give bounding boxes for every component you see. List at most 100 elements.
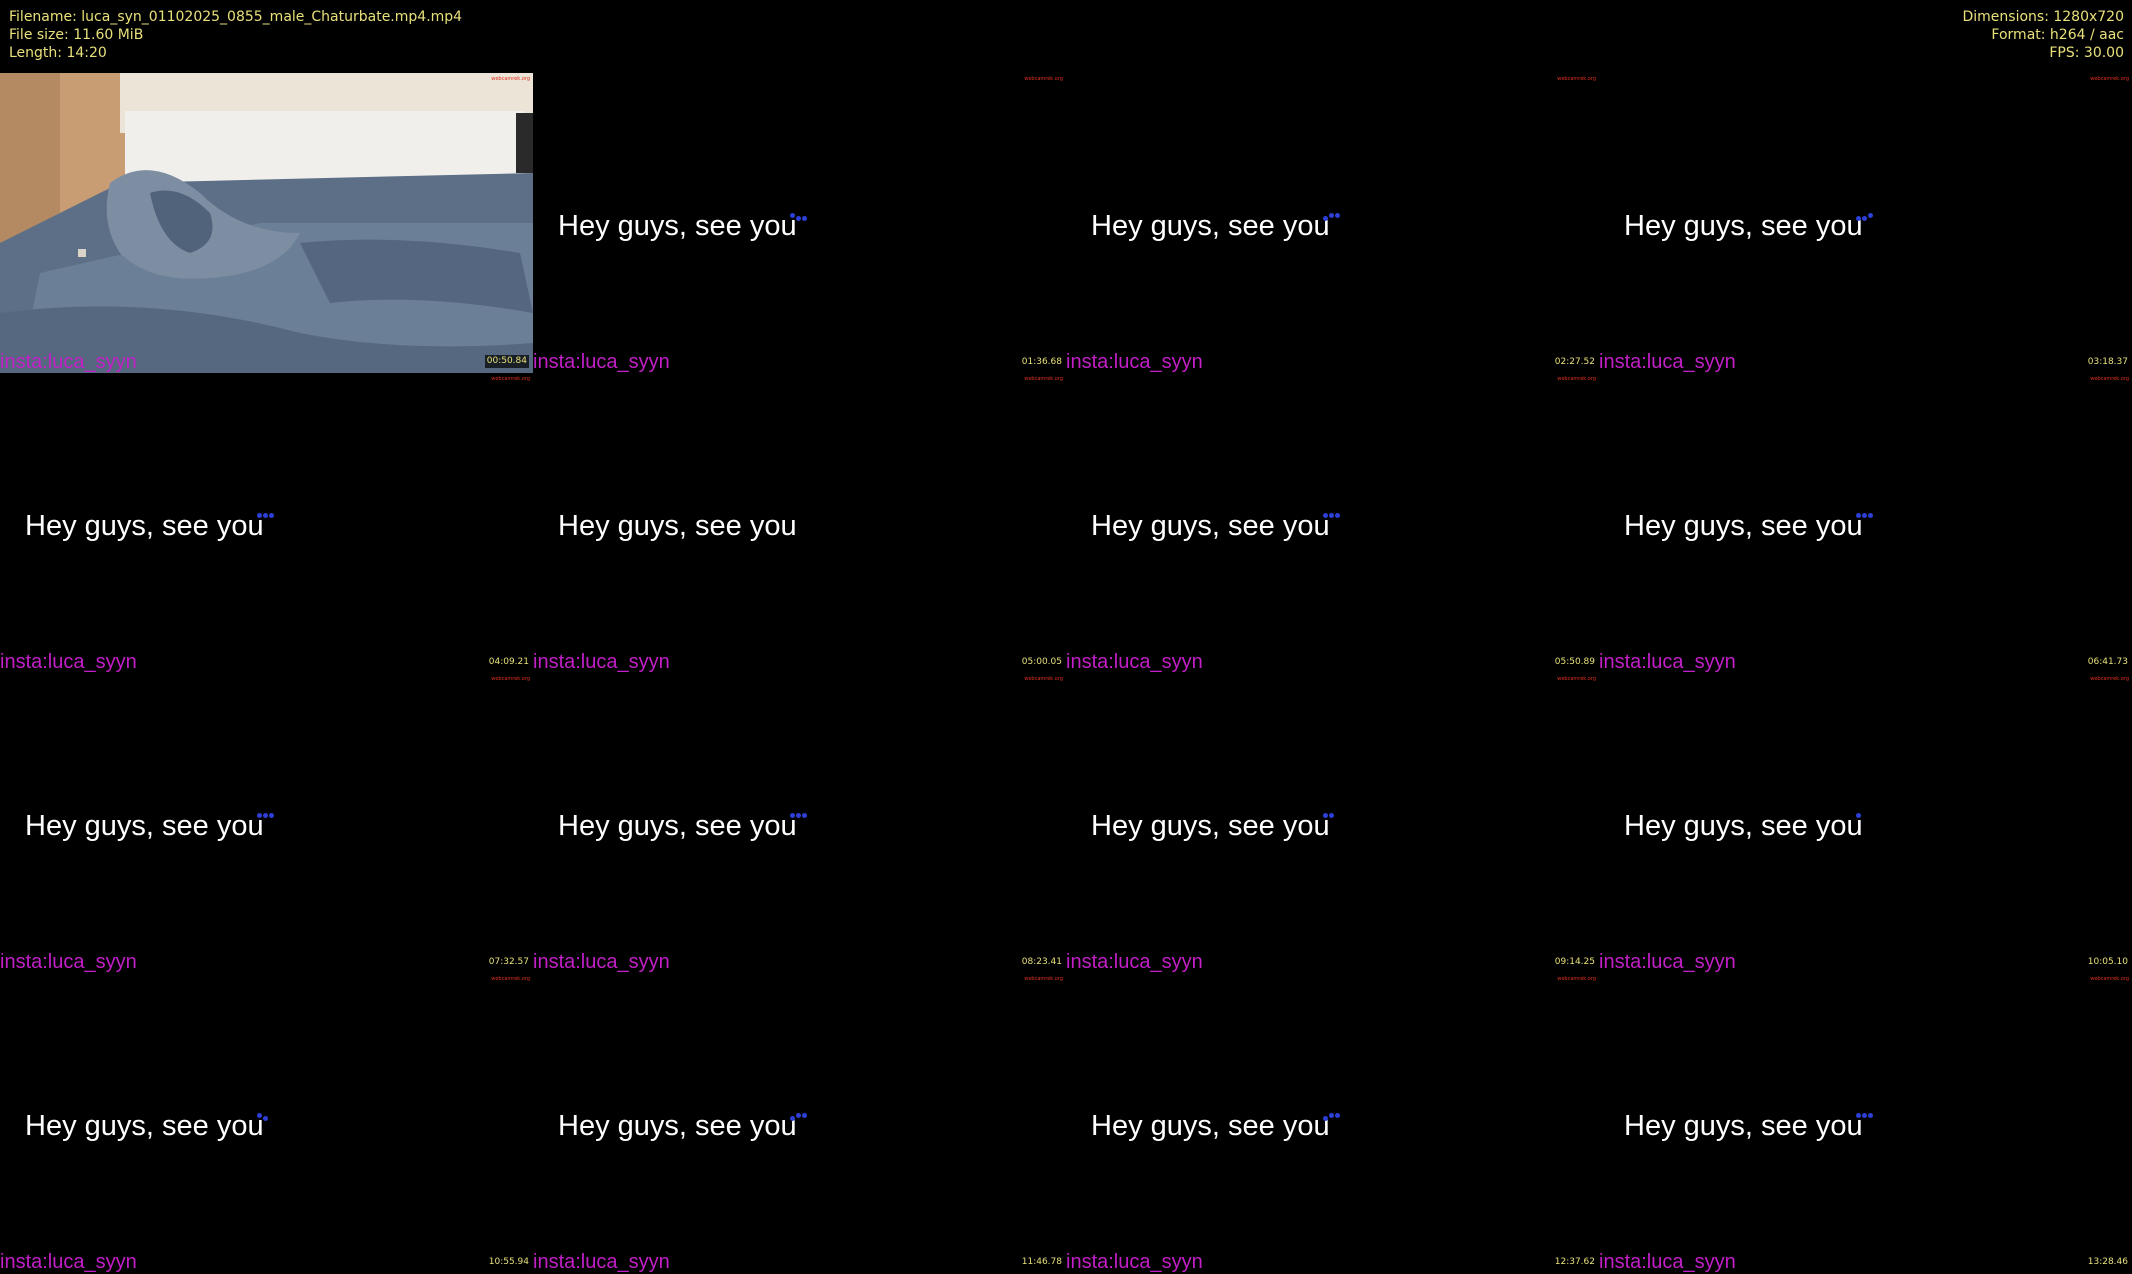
video-thumbnail[interactable]: Hey guys, see you webcamrek.org insta:luca… xyxy=(1599,73,2132,373)
social-handle: insta:luca_syyn xyxy=(1066,651,1203,673)
frame-timestamp: 13:28.46 xyxy=(2087,1257,2128,1267)
watermark: webcamrek.org xyxy=(491,676,530,682)
social-handle: insta:luca_syyn xyxy=(1599,951,1736,973)
video-thumbnail[interactable]: Hey guys, see you webcamrek.org insta:luca… xyxy=(0,373,533,673)
frame-timestamp: 05:00.05 xyxy=(1021,657,1062,667)
video-thumbnail[interactable]: Hey guys, see you webcamrek.org insta:luca… xyxy=(533,973,1066,1273)
social-handle: insta:luca_syyn xyxy=(533,351,670,373)
frame-timestamp: 05:50.89 xyxy=(1554,657,1595,667)
video-thumbnail[interactable]: Hey guys, see you webcamrek.org insta:luca… xyxy=(1599,373,2132,673)
social-handle: insta:luca_syyn xyxy=(533,951,670,973)
video-thumbnail[interactable]: Hey guys, see you webcamrek.org insta:luca… xyxy=(533,673,1066,973)
length-text: Length: 14:20 xyxy=(9,45,107,61)
video-info: Dimensions: 1280x720 Format: h264 / aac … xyxy=(1962,8,2124,62)
frame-timestamp: 06:41.73 xyxy=(2087,657,2128,667)
loading-dots-icon xyxy=(257,1113,283,1123)
social-handle: insta:luca_syyn xyxy=(0,951,137,973)
subtitle-caption: Hey guys, see you xyxy=(1091,510,1330,542)
file-info: Filename: luca_syn_01102025_0855_male_Ch… xyxy=(9,8,462,62)
loading-dots-icon xyxy=(790,813,816,823)
subtitle-caption: Hey guys, see you xyxy=(25,810,264,842)
social-handle: insta:luca_syyn xyxy=(533,651,670,673)
subtitle-caption: Hey guys, see you xyxy=(25,1110,264,1142)
social-handle: insta:luca_syyn xyxy=(1066,1251,1203,1273)
social-handle: insta:luca_syyn xyxy=(533,1251,670,1273)
watermark: webcamrek.org xyxy=(2090,376,2129,382)
video-thumbnail[interactable]: Hey guys, see you webcamrek.org insta:luca… xyxy=(1066,973,1599,1273)
video-thumbnail[interactable]: Hey guys, see you webcamrek.org insta:luca… xyxy=(1599,673,2132,973)
subtitle-caption: Hey guys, see you xyxy=(1091,810,1330,842)
social-handle: insta:luca_syyn xyxy=(1599,651,1736,673)
frame-timestamp: 01:36.68 xyxy=(1021,357,1062,367)
thumbnail-grid: webcamrek.org insta:luca_syyn 00:50.84 Hey … xyxy=(0,73,2132,1273)
social-handle: insta:luca_syyn xyxy=(0,651,137,673)
subtitle-caption: Hey guys, see you xyxy=(558,810,797,842)
loading-dots-icon xyxy=(257,513,283,523)
watermark: webcamrek.org xyxy=(491,376,530,382)
frame-timestamp: 08:23.41 xyxy=(1021,957,1062,967)
social-handle: insta:luca_syyn xyxy=(0,1251,137,1273)
watermark: webcamrek.org xyxy=(1557,676,1596,682)
frame-timestamp: 10:55.94 xyxy=(488,1257,529,1267)
social-handle: insta:luca_syyn xyxy=(1599,1251,1736,1273)
subtitle-caption: Hey guys, see you xyxy=(1624,510,1863,542)
social-handle: insta:luca_syyn xyxy=(1066,351,1203,373)
loading-dots-icon xyxy=(257,813,283,823)
subtitle-caption: Hey guys, see you xyxy=(558,210,797,242)
loading-dots-icon xyxy=(1323,813,1349,823)
loading-dots-icon xyxy=(1856,213,1882,223)
loading-dots-icon xyxy=(1856,513,1882,523)
video-thumbnail[interactable]: webcamrek.org insta:luca_syyn 00:50.84 xyxy=(0,73,533,373)
watermark: webcamrek.org xyxy=(1557,76,1596,82)
video-thumbnail[interactable]: Hey guys, see you webcamrek.org insta:luca… xyxy=(0,973,533,1273)
watermark: webcamrek.org xyxy=(1024,376,1063,382)
video-thumbnail[interactable]: Hey guys, see you webcamrek.org insta:luca… xyxy=(533,373,1066,673)
frame-timestamp: 07:32.57 xyxy=(488,957,529,967)
filename-text: Filename: luca_syn_01102025_0855_male_Ch… xyxy=(9,9,463,25)
frame-timestamp: 00:50.84 xyxy=(484,355,529,368)
frame-timestamp: 11:46.78 xyxy=(1021,1257,1062,1267)
frame-timestamp: 03:18.37 xyxy=(2087,357,2128,367)
loading-dots-icon xyxy=(1856,1113,1882,1123)
subtitle-caption: Hey guys, see you xyxy=(1624,810,1863,842)
video-thumbnail[interactable]: Hey guys, see you webcamrek.org insta:luca… xyxy=(1599,973,2132,1273)
subtitle-caption: Hey guys, see you xyxy=(558,1110,797,1142)
video-thumbnail[interactable]: Hey guys, see you webcamrek.org insta:luca… xyxy=(1066,373,1599,673)
subtitle-caption: Hey guys, see you xyxy=(25,510,264,542)
frame-timestamp: 10:05.10 xyxy=(2087,957,2128,967)
frame-timestamp: 04:09.21 xyxy=(488,657,529,667)
dimensions-text: Dimensions: 1280x720 xyxy=(1962,9,2124,25)
loading-dots-icon xyxy=(1856,813,1882,823)
subtitle-caption: Hey guys, see you xyxy=(558,510,797,542)
watermark: webcamrek.org xyxy=(1024,676,1063,682)
watermark: webcamrek.org xyxy=(1024,976,1063,982)
video-thumbnail[interactable]: Hey guys, see you webcamrek.org insta:luca… xyxy=(1066,673,1599,973)
subtitle-caption: Hey guys, see you xyxy=(1091,1110,1330,1142)
watermark: webcamrek.org xyxy=(1557,376,1596,382)
file-size-text: File size: 11.60 MiB xyxy=(9,27,144,43)
watermark: webcamrek.org xyxy=(1557,976,1596,982)
loading-dots-icon xyxy=(1323,213,1349,223)
frame-timestamp: 02:27.52 xyxy=(1554,357,1595,367)
loading-dots-icon xyxy=(790,1113,816,1123)
video-thumbnail[interactable]: Hey guys, see you webcamrek.org insta:luca… xyxy=(0,673,533,973)
loading-dots-icon xyxy=(790,513,816,523)
contact-sheet-header: Filename: luca_syn_01102025_0855_male_Ch… xyxy=(0,0,2132,73)
video-thumbnail[interactable]: Hey guys, see you webcamrek.org insta:luca… xyxy=(533,73,1066,373)
subtitle-caption: Hey guys, see you xyxy=(1624,210,1863,242)
loading-dots-icon xyxy=(1323,1113,1349,1123)
watermark: webcamrek.org xyxy=(2090,76,2129,82)
social-handle: insta:luca_syyn xyxy=(0,351,137,373)
watermark: webcamrek.org xyxy=(1024,76,1063,82)
watermark: webcamrek.org xyxy=(2090,976,2129,982)
bedroom-photo xyxy=(0,73,533,373)
social-handle: insta:luca_syyn xyxy=(1599,351,1736,373)
loading-dots-icon xyxy=(790,213,816,223)
watermark: webcamrek.org xyxy=(2090,676,2129,682)
watermark: webcamrek.org xyxy=(491,76,530,82)
video-thumbnail[interactable]: Hey guys, see you webcamrek.org insta:luca… xyxy=(1066,73,1599,373)
subtitle-caption: Hey guys, see you xyxy=(1624,1110,1863,1142)
loading-dots-icon xyxy=(1323,513,1349,523)
format-text: Format: h264 / aac xyxy=(1991,27,2124,43)
frame-timestamp: 09:14.25 xyxy=(1554,957,1595,967)
